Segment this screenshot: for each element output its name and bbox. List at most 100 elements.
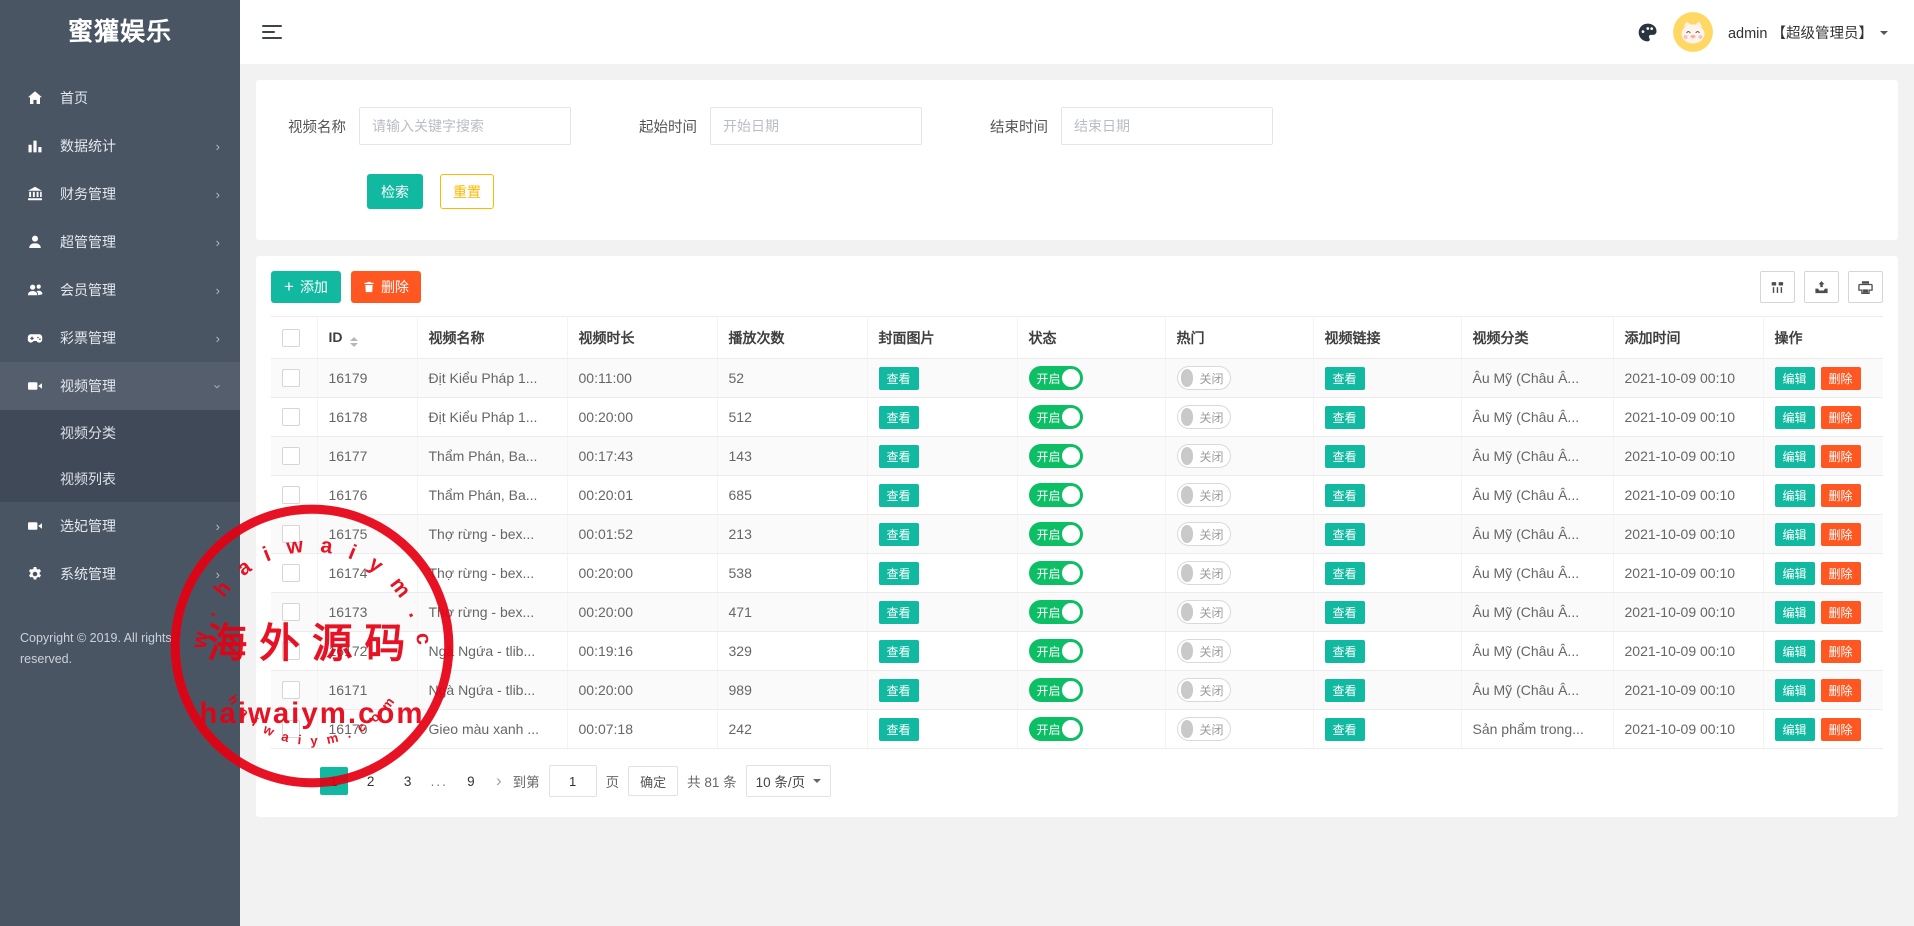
export-icon[interactable] xyxy=(1804,271,1839,303)
hot-toggle[interactable]: 关闭 xyxy=(1177,717,1231,741)
edit-button[interactable]: 编辑 xyxy=(1775,679,1815,702)
select-all-checkbox[interactable] xyxy=(282,329,300,347)
goto-page-input[interactable] xyxy=(549,765,597,797)
search-button[interactable]: 检索 xyxy=(367,174,423,209)
link-view-button[interactable]: 查看 xyxy=(1325,640,1365,663)
delete-button[interactable]: 删除 xyxy=(1821,445,1861,468)
sidebar-subitem[interactable]: 视频分类 xyxy=(0,410,240,456)
sidebar-item[interactable]: 财务管理› xyxy=(0,170,240,218)
status-toggle[interactable]: 开启 xyxy=(1029,405,1083,429)
sidebar-item[interactable]: 系统管理› xyxy=(0,550,240,598)
sidebar-item[interactable]: 会员管理› xyxy=(0,266,240,314)
status-toggle[interactable]: 开启 xyxy=(1029,444,1083,468)
delete-button[interactable]: 删除 xyxy=(1821,601,1861,624)
add-button[interactable]: + 添加 xyxy=(271,271,341,303)
row-checkbox[interactable] xyxy=(282,447,300,465)
delete-button[interactable]: 删除 xyxy=(1821,484,1861,507)
hot-toggle[interactable]: 关闭 xyxy=(1177,366,1231,390)
sidebar-item[interactable]: 数据统计› xyxy=(0,122,240,170)
row-checkbox[interactable] xyxy=(282,369,300,387)
start-date-input[interactable] xyxy=(710,107,922,145)
page-button[interactable]: 3 xyxy=(394,767,422,795)
row-checkbox[interactable] xyxy=(282,642,300,660)
delete-button[interactable]: 删除 xyxy=(1821,406,1861,429)
hamburger-menu-icon[interactable] xyxy=(262,21,282,43)
cover-view-button[interactable]: 查看 xyxy=(879,367,919,390)
link-view-button[interactable]: 查看 xyxy=(1325,718,1365,741)
prev-page-button[interactable]: ‹ xyxy=(301,771,311,791)
status-toggle[interactable]: 开启 xyxy=(1029,678,1083,702)
row-checkbox[interactable] xyxy=(282,681,300,699)
sidebar-item[interactable]: 视频管理› xyxy=(0,362,240,410)
sidebar-subitem[interactable]: 视频列表 xyxy=(0,456,240,502)
page-button[interactable]: 1 xyxy=(320,767,348,795)
link-view-button[interactable]: 查看 xyxy=(1325,523,1365,546)
edit-button[interactable]: 编辑 xyxy=(1775,367,1815,390)
sort-icon[interactable] xyxy=(350,337,358,347)
edit-button[interactable]: 编辑 xyxy=(1775,445,1815,468)
hot-toggle[interactable]: 关闭 xyxy=(1177,639,1231,663)
hot-toggle[interactable]: 关闭 xyxy=(1177,483,1231,507)
edit-button[interactable]: 编辑 xyxy=(1775,406,1815,429)
page-size-select[interactable]: 10 条/页 xyxy=(746,765,832,797)
link-view-button[interactable]: 查看 xyxy=(1325,445,1365,468)
cover-view-button[interactable]: 查看 xyxy=(879,484,919,507)
link-view-button[interactable]: 查看 xyxy=(1325,679,1365,702)
delete-button[interactable]: 删除 xyxy=(1821,640,1861,663)
edit-button[interactable]: 编辑 xyxy=(1775,562,1815,585)
hot-toggle[interactable]: 关闭 xyxy=(1177,600,1231,624)
delete-button[interactable]: 删除 xyxy=(1821,679,1861,702)
cover-view-button[interactable]: 查看 xyxy=(879,640,919,663)
hot-toggle[interactable]: 关闭 xyxy=(1177,678,1231,702)
cover-view-button[interactable]: 查看 xyxy=(879,445,919,468)
user-menu[interactable]: admin 【超级管理员】 xyxy=(1728,22,1888,43)
cover-view-button[interactable]: 查看 xyxy=(879,601,919,624)
cover-view-button[interactable]: 查看 xyxy=(879,406,919,429)
end-date-input[interactable] xyxy=(1061,107,1273,145)
status-toggle[interactable]: 开启 xyxy=(1029,639,1083,663)
user-avatar[interactable] xyxy=(1673,12,1713,52)
theme-palette-icon[interactable] xyxy=(1637,22,1658,43)
row-checkbox[interactable] xyxy=(282,525,300,543)
hot-toggle[interactable]: 关闭 xyxy=(1177,522,1231,546)
delete-button[interactable]: 删除 xyxy=(1821,367,1861,390)
row-checkbox[interactable] xyxy=(282,408,300,426)
delete-button[interactable]: 删除 xyxy=(1821,718,1861,741)
status-toggle[interactable]: 开启 xyxy=(1029,600,1083,624)
status-toggle[interactable]: 开启 xyxy=(1029,522,1083,546)
reset-button[interactable]: 重置 xyxy=(440,174,494,209)
hot-toggle[interactable]: 关闭 xyxy=(1177,444,1231,468)
link-view-button[interactable]: 查看 xyxy=(1325,601,1365,624)
delete-button[interactable]: 删除 xyxy=(1821,562,1861,585)
link-view-button[interactable]: 查看 xyxy=(1325,562,1365,585)
sidebar-item[interactable]: 选妃管理› xyxy=(0,502,240,550)
row-checkbox[interactable] xyxy=(282,603,300,621)
status-toggle[interactable]: 开启 xyxy=(1029,483,1083,507)
hot-toggle[interactable]: 关闭 xyxy=(1177,561,1231,585)
row-checkbox[interactable] xyxy=(282,564,300,582)
page-button[interactable]: 2 xyxy=(357,767,385,795)
link-view-button[interactable]: 查看 xyxy=(1325,484,1365,507)
row-checkbox[interactable] xyxy=(282,486,300,504)
status-toggle[interactable]: 开启 xyxy=(1029,561,1083,585)
delete-button[interactable]: 删除 xyxy=(1821,523,1861,546)
row-checkbox[interactable] xyxy=(282,720,300,738)
link-view-button[interactable]: 查看 xyxy=(1325,367,1365,390)
status-toggle[interactable]: 开启 xyxy=(1029,717,1083,741)
cover-view-button[interactable]: 查看 xyxy=(879,523,919,546)
hot-toggle[interactable]: 关闭 xyxy=(1177,405,1231,429)
sidebar-item[interactable]: 彩票管理› xyxy=(0,314,240,362)
edit-button[interactable]: 编辑 xyxy=(1775,718,1815,741)
print-icon[interactable] xyxy=(1848,271,1883,303)
page-button[interactable]: 9 xyxy=(457,767,485,795)
status-toggle[interactable]: 开启 xyxy=(1029,366,1083,390)
cover-view-button[interactable]: 查看 xyxy=(879,562,919,585)
edit-button[interactable]: 编辑 xyxy=(1775,640,1815,663)
cover-view-button[interactable]: 查看 xyxy=(879,679,919,702)
bulk-delete-button[interactable]: 删除 xyxy=(351,271,421,303)
filter-columns-icon[interactable] xyxy=(1760,271,1795,303)
goto-confirm-button[interactable]: 确定 xyxy=(628,766,678,796)
edit-button[interactable]: 编辑 xyxy=(1775,484,1815,507)
link-view-button[interactable]: 查看 xyxy=(1325,406,1365,429)
next-page-button[interactable]: › xyxy=(494,771,504,791)
